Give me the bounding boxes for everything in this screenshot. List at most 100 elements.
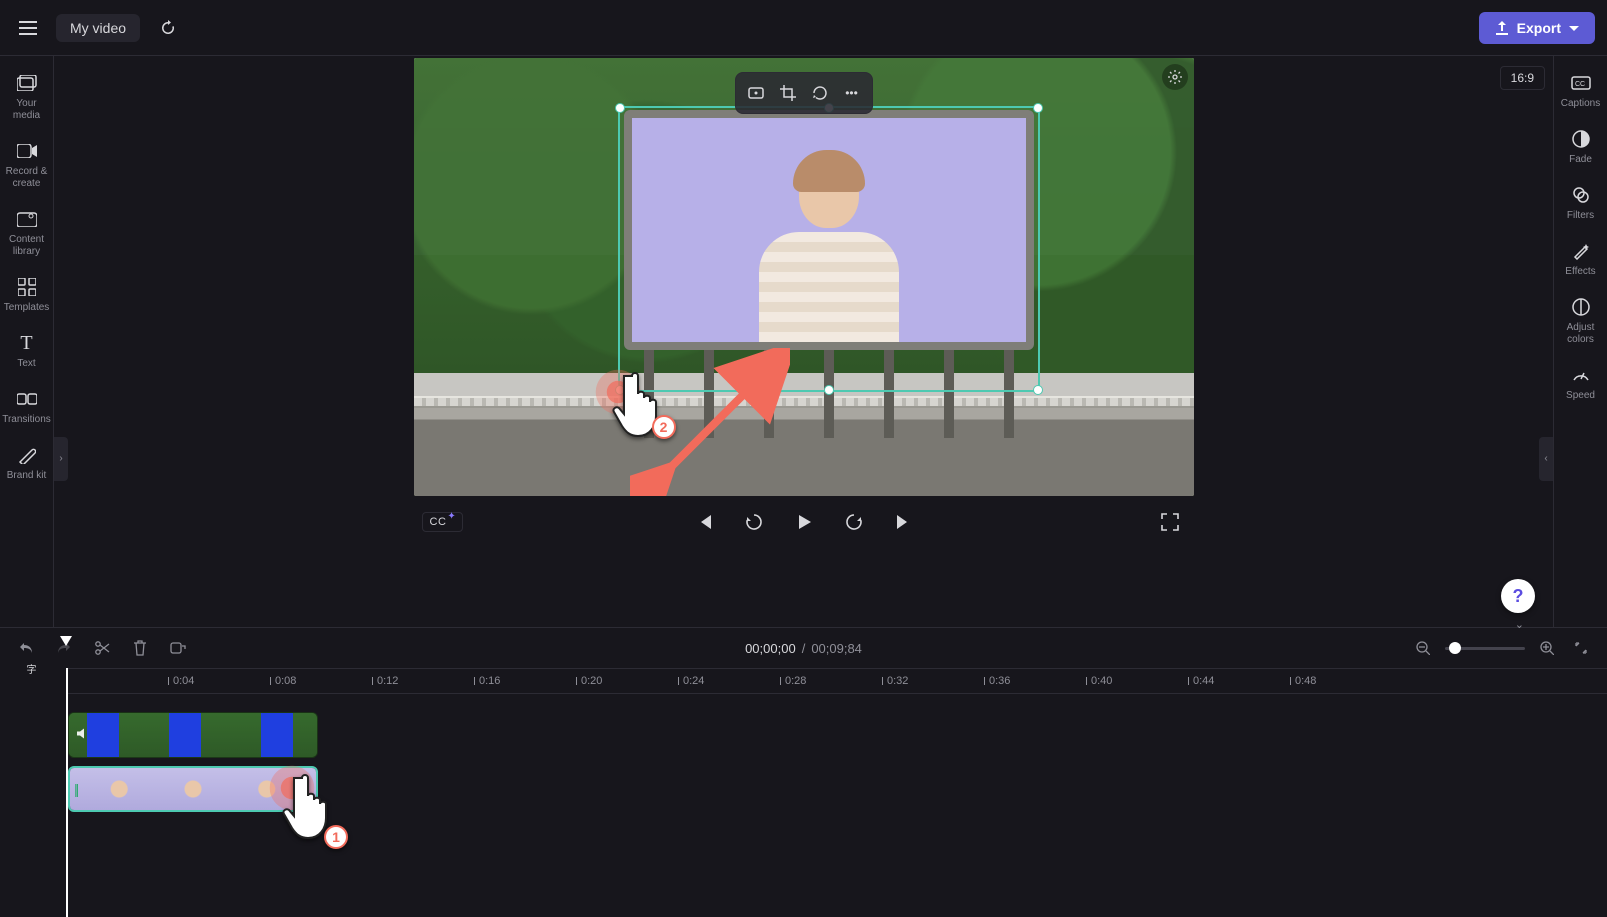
- track-1[interactable]: [66, 712, 1607, 758]
- zoom-out-icon[interactable]: [1411, 636, 1435, 660]
- fullscreen-icon[interactable]: [1154, 506, 1186, 538]
- captions-icon: CC: [1570, 72, 1592, 94]
- timeline: 00;00;00 / 00;09;84 0:04 0:08 0:12 0:16 0:20…: [0, 627, 1607, 917]
- sidebar-label: Effects: [1565, 266, 1595, 278]
- timeline-tracks[interactable]: || 1: [66, 694, 1607, 917]
- sidebar-label: Your media: [2, 98, 51, 122]
- stage: 16:9: [54, 56, 1553, 627]
- templates-icon: [16, 276, 38, 298]
- export-button[interactable]: Export: [1479, 12, 1595, 44]
- overlay-clip[interactable]: [624, 110, 1034, 350]
- video-canvas[interactable]: ••• 2: [414, 58, 1194, 496]
- split-icon[interactable]: [166, 636, 190, 660]
- clip-floating-toolbar: •••: [735, 72, 873, 114]
- track-2[interactable]: || 1: [66, 766, 1607, 812]
- clip-background[interactable]: [68, 712, 318, 758]
- fit-icon[interactable]: [742, 79, 770, 107]
- sidebar-item-text[interactable]: T Text: [0, 326, 53, 376]
- sidebar-item-your-media[interactable]: Your media: [0, 66, 53, 128]
- audio-icon: [75, 727, 89, 744]
- annotation-arrow: [630, 348, 790, 496]
- media-icon: [16, 72, 38, 94]
- duration: 00;09;84: [811, 641, 862, 656]
- grip-icon[interactable]: ||: [74, 781, 77, 797]
- adjust-icon: [1570, 296, 1592, 318]
- zoom-fit-icon[interactable]: [1569, 636, 1593, 660]
- skip-back-icon[interactable]: [688, 506, 720, 538]
- ruler-tick: 0:08: [270, 669, 296, 693]
- sidebar-label: Filters: [1567, 210, 1594, 222]
- sidebar-label: Text: [17, 358, 35, 370]
- sidebar-label: Adjust colors: [1556, 322, 1605, 346]
- timeline-ruler[interactable]: 0:040:080:120:160:200:240:280:320:360:40…: [66, 668, 1607, 694]
- forward-icon[interactable]: [838, 506, 870, 538]
- sidebar-item-captions[interactable]: CC Captions: [1554, 66, 1607, 116]
- aspect-ratio-button[interactable]: 16:9: [1500, 66, 1545, 90]
- sidebar-item-speed[interactable]: Speed: [1554, 358, 1607, 408]
- zoom-in-icon[interactable]: [1535, 636, 1559, 660]
- ruler-tick: 0:28: [780, 669, 806, 693]
- right-sidebar: CC Captions Fade Filters Effects Adjust …: [1553, 56, 1607, 627]
- library-icon: [16, 208, 38, 230]
- zoom-slider[interactable]: [1445, 647, 1525, 650]
- brandkit-icon: [16, 444, 38, 466]
- project-name[interactable]: My video: [56, 14, 140, 42]
- sidebar-item-fade[interactable]: Fade: [1554, 122, 1607, 172]
- sidebar-item-adjust-colors[interactable]: Adjust colors: [1554, 290, 1607, 352]
- trash-icon[interactable]: [128, 636, 152, 660]
- export-label: Export: [1517, 20, 1561, 36]
- ai-sparkle-icon: ✦: [447, 511, 456, 522]
- sidebar-item-brand-kit[interactable]: Brand kit: [0, 438, 53, 488]
- help-button[interactable]: ?: [1501, 579, 1535, 613]
- filters-icon: [1570, 184, 1592, 206]
- zoom-thumb[interactable]: [1449, 642, 1461, 654]
- sidebar-label: Record & create: [2, 166, 51, 190]
- undo-icon[interactable]: [14, 636, 38, 660]
- annotation-hand-1: 1: [280, 770, 340, 847]
- sidebar-item-transitions[interactable]: Transitions: [0, 382, 53, 432]
- expand-right-panel[interactable]: ‹: [1539, 437, 1553, 481]
- expand-left-panel[interactable]: ›: [54, 437, 68, 481]
- rewind-icon[interactable]: [738, 506, 770, 538]
- gear-icon[interactable]: [1162, 64, 1188, 90]
- effects-icon: [1570, 240, 1592, 262]
- sidebar-item-templates[interactable]: Templates: [0, 270, 53, 320]
- sidebar-item-effects[interactable]: Effects: [1554, 234, 1607, 284]
- current-time: 00;00;00: [745, 641, 796, 656]
- sidebar-item-record-create[interactable]: Record & create: [0, 134, 53, 196]
- ruler-tick: 0:32: [882, 669, 908, 693]
- person-graphic: [749, 158, 909, 350]
- crop-icon[interactable]: [774, 79, 802, 107]
- skip-forward-icon[interactable]: [888, 506, 920, 538]
- transitions-icon: [16, 388, 38, 410]
- sidebar-item-filters[interactable]: Filters: [1554, 178, 1607, 228]
- sidebar-label: Fade: [1569, 154, 1592, 166]
- play-icon[interactable]: [788, 506, 820, 538]
- captions-button[interactable]: CC✦: [422, 512, 464, 532]
- sidebar-label: Templates: [4, 302, 50, 314]
- sidebar-item-content-library[interactable]: Content library: [0, 202, 53, 264]
- ruler-tick: 0:48: [1290, 669, 1316, 693]
- sidebar-label: Content library: [2, 234, 51, 258]
- text-icon: T: [16, 332, 38, 354]
- ruler-tick: 0:24: [678, 669, 704, 693]
- refresh-icon[interactable]: [152, 12, 184, 44]
- pip-icon[interactable]: [806, 79, 834, 107]
- scissors-icon[interactable]: [90, 636, 114, 660]
- ruler-tick: 0:44: [1188, 669, 1214, 693]
- svg-text:CC: CC: [1575, 81, 1585, 88]
- sidebar-label: Captions: [1561, 98, 1600, 110]
- sidebar-label: Brand kit: [7, 470, 46, 482]
- ruler-tick: 0:12: [372, 669, 398, 693]
- annotation-badge-1: 1: [324, 825, 348, 849]
- fade-icon: [1570, 128, 1592, 150]
- ruler-tick: 0:20: [576, 669, 602, 693]
- ruler-tick: 0:04: [168, 669, 194, 693]
- more-icon[interactable]: •••: [838, 79, 866, 107]
- sidebar-label: Speed: [1566, 390, 1595, 402]
- ruler-tick: 0:36: [984, 669, 1010, 693]
- ruler-tick: 0:16: [474, 669, 500, 693]
- menu-button[interactable]: [12, 12, 44, 44]
- timecode: 00;00;00 / 00;09;84: [745, 641, 862, 656]
- sidebar-label: Transitions: [2, 414, 51, 426]
